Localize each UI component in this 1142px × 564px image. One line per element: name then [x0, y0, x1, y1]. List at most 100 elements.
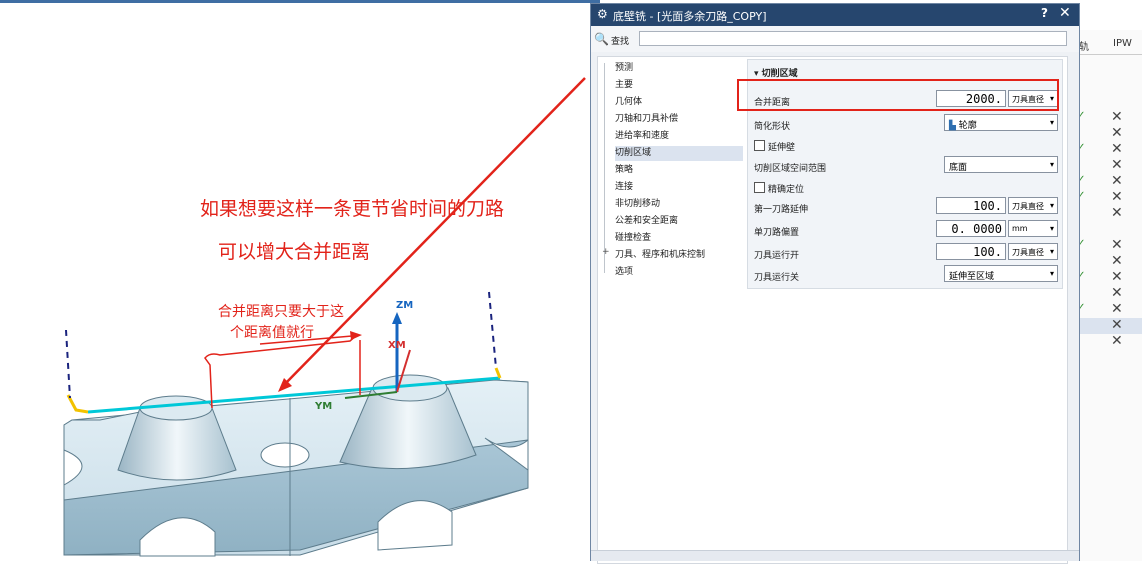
annotation-note-line1: 合并距离只要大于这	[218, 304, 344, 320]
tool-run-on-label: 刀具运行开	[754, 251, 800, 261]
column-header-ipw: IPW	[1113, 38, 1132, 49]
table-row[interactable]: ✓ ✕	[1075, 270, 1142, 286]
simplify-shape-label: 简化形状	[754, 122, 791, 132]
unit-text: 刀具直径	[1012, 95, 1044, 104]
close-icon: ✕	[1111, 285, 1123, 301]
dropdown-arrow-icon: ▾	[1049, 160, 1054, 169]
nav-item-non-cutting[interactable]: 非切削移动	[615, 197, 743, 212]
close-icon: ✕	[1111, 173, 1123, 189]
search-label: 查找	[611, 37, 630, 47]
single-path-offset-label: 单刀路偏置	[754, 228, 800, 238]
help-button[interactable]: ?	[1041, 6, 1048, 20]
close-icon: ✕	[1111, 333, 1123, 349]
column-header-path: 轨	[1079, 42, 1089, 53]
first-path-extend-input[interactable]: 100. 0000	[936, 197, 1006, 214]
close-icon: ✕	[1111, 301, 1123, 317]
table-row[interactable]: ✓ ✕	[1075, 302, 1142, 318]
axis-label-ym: YM	[315, 401, 333, 412]
collapse-icon: ▾	[754, 69, 762, 79]
expand-icon[interactable]: +	[602, 247, 610, 257]
single-path-offset-unit-select[interactable]: mm ▾	[1008, 220, 1058, 237]
table-row[interactable]: ✕	[1075, 126, 1142, 142]
tool-run-off-select[interactable]: 延伸至区域 ▾	[944, 265, 1058, 282]
tree-connector	[604, 63, 605, 273]
precise-locate-checkbox[interactable]	[754, 182, 765, 193]
tool-run-on-unit-select[interactable]: 刀具直径 ▾	[1008, 243, 1058, 260]
table-row[interactable]: ✕	[1075, 334, 1142, 350]
dialog-title: 底壁铣 - [光面多余刀路_COPY]	[613, 10, 767, 23]
single-path-offset-input[interactable]: 0. 0000	[936, 220, 1006, 237]
close-icon: ✕	[1111, 189, 1123, 205]
table-row[interactable]: ✕	[1075, 286, 1142, 302]
close-icon: ✕	[1111, 205, 1123, 221]
search-input[interactable]	[639, 31, 1067, 46]
first-path-extend-label: 第一刀路延伸	[754, 205, 809, 215]
tool-run-off-label: 刀具运行关	[754, 273, 800, 283]
table-row[interactable]: ✕	[1075, 158, 1142, 174]
close-icon: ✕	[1111, 141, 1123, 157]
dropdown-arrow-icon: ▾	[1049, 118, 1054, 127]
close-button[interactable]: ✕	[1059, 5, 1071, 21]
dropdown-arrow-icon: ▾	[1049, 201, 1054, 210]
close-icon: ✕	[1111, 253, 1123, 269]
nav-item-options[interactable]: 选项	[615, 265, 743, 280]
table-row[interactable]: ✕	[1075, 254, 1142, 270]
dropdown-arrow-icon: ▾	[1049, 94, 1054, 103]
space-range-label: 切削区域空间范围	[754, 164, 827, 174]
contour-icon: ▙	[949, 121, 959, 131]
nav-item-machine-control[interactable]: 刀具、程序和机床控制	[615, 248, 743, 263]
table-row[interactable]: ✓ ✕	[1075, 174, 1142, 190]
nav-item-tolerance[interactable]: 公差和安全距离	[615, 214, 743, 229]
graphics-viewport[interactable]: 如果想要这样一条更节省时间的刀路 可以增大合并距离 合并距离只要大于这 个距离值…	[0, 0, 590, 561]
nav-item-feeds-speeds[interactable]: 进给率和速度	[615, 129, 743, 144]
dialog-title-bar[interactable]: ⚙ 底壁铣 - [光面多余刀路_COPY] ? ✕	[591, 4, 1079, 26]
axis-label-zm: ZM	[396, 300, 414, 311]
simplify-shape-select[interactable]: ▙ 轮廓 ▾	[944, 114, 1058, 131]
first-path-extend-unit-select[interactable]: 刀具直径 ▾	[1008, 197, 1058, 214]
unit-text: mm	[1012, 224, 1028, 233]
dropdown-arrow-icon: ▾	[1049, 247, 1054, 256]
close-icon: ✕	[1111, 269, 1123, 285]
operation-navigator-partial: 轨 IPW ✓ ✕ ✕ ✓ ✕ ✕ ✓ ✕ ✓ ✕ ✕ ✓ ✕ ✕ ✓ ✕ ✕ ✓ ✕ ✕ ✕	[1074, 30, 1142, 561]
group-header[interactable]: ▾ 切削区域	[754, 66, 798, 79]
annotation-note-line2: 个距离值就行	[230, 325, 314, 341]
table-row[interactable]: ✓ ✕	[1075, 190, 1142, 206]
nav-item-cut-region[interactable]: 切削区域	[615, 146, 743, 161]
close-icon: ✕	[1111, 237, 1123, 253]
dropdown-arrow-icon: ▾	[1049, 269, 1054, 278]
part-model	[63, 77, 586, 557]
extend-wall-label: 延伸壁	[768, 143, 796, 153]
close-icon: ✕	[1111, 109, 1123, 125]
dropdown-arrow-icon: ▾	[1049, 224, 1054, 233]
annotation-sub-text: 可以增大合并距离	[218, 241, 371, 263]
nav-item-strategy[interactable]: 策略	[615, 163, 743, 178]
merge-distance-input[interactable]: 2000. 0000	[936, 90, 1006, 107]
close-icon: ✕	[1111, 317, 1123, 333]
floor-wall-mill-dialog: ⚙ 底壁铣 - [光面多余刀路_COPY] ? ✕ 🔍 查找 + 预测 主要 几…	[590, 3, 1080, 564]
space-range-select[interactable]: 底面 ▾	[944, 156, 1058, 173]
nav-item-collision[interactable]: 碰撞检查	[615, 231, 743, 246]
axis-label-xm: XM	[388, 340, 406, 351]
nav-item-tool-axis[interactable]: 刀轴和刀具补偿	[615, 112, 743, 127]
tool-run-on-input[interactable]: 100. 0000	[936, 243, 1006, 260]
nav-item-connect[interactable]: 连接	[615, 180, 743, 195]
nav-item-main[interactable]: 主要	[615, 78, 743, 93]
nav-item-geometry[interactable]: 几何体	[615, 95, 743, 110]
select-value: 延伸至区域	[949, 272, 995, 282]
settings-panel: ▾ 切削区域 合并距离 2000. 0000 刀具直径 ▾ 简化形状 ▙ 轮廓 ▾ …	[745, 56, 1068, 564]
nav-item-preview[interactable]: 预测	[615, 61, 743, 76]
select-value: 轮廓	[958, 121, 977, 131]
table-row[interactable]: ✕	[1075, 318, 1142, 334]
search-row: 🔍 查找	[591, 26, 1079, 52]
table-row[interactable]: ✓ ✕	[1075, 142, 1142, 158]
category-tree: + 预测 主要 几何体 刀轴和刀具补偿 进给率和速度 切削区域 策略 连接 非切…	[597, 56, 747, 564]
cut-region-group: ▾ 切削区域 合并距离 2000. 0000 刀具直径 ▾ 简化形状 ▙ 轮廓 ▾ …	[747, 59, 1063, 289]
table-row[interactable]: ✕	[1075, 206, 1142, 222]
merge-distance-unit-select[interactable]: 刀具直径 ▾	[1008, 90, 1058, 107]
precise-locate-label: 精确定位	[768, 185, 805, 195]
table-row[interactable]: ✓ ✕	[1075, 110, 1142, 126]
close-icon: ✕	[1111, 125, 1123, 141]
extend-wall-checkbox[interactable]	[754, 140, 765, 151]
table-row[interactable]: ✓ ✕	[1075, 238, 1142, 254]
unit-text: 刀具直径	[1012, 202, 1044, 211]
